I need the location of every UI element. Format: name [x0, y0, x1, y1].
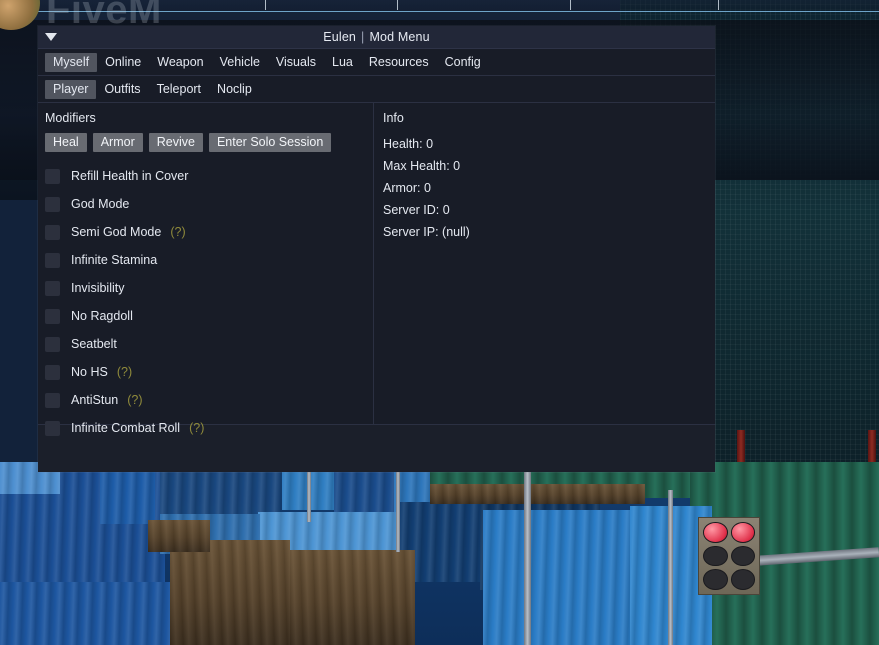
subtab-teleport[interactable]: Teleport	[149, 80, 209, 99]
background-lower-site	[0, 462, 879, 645]
toggle-row-infinite-stamina[interactable]: Infinite Stamina	[45, 246, 373, 274]
help-icon[interactable]: (?)	[170, 225, 185, 239]
background-tarp	[100, 464, 155, 524]
triangle-down-icon[interactable]	[45, 33, 57, 41]
toggle-row-seatbelt[interactable]: Seatbelt	[45, 330, 373, 358]
signal-lamp-off	[730, 569, 755, 590]
revive-button[interactable]: Revive	[148, 133, 203, 152]
tab-lua[interactable]: Lua	[324, 53, 361, 72]
toggle-label: God Mode	[71, 197, 130, 211]
checkbox-refill-health-in-cover[interactable]	[45, 168, 60, 184]
window-title: Eulen | Mod Menu	[323, 30, 429, 44]
window-title-separator: |	[361, 30, 365, 44]
info-row: Server IP: (null)	[383, 225, 470, 239]
checkbox-antistun[interactable]	[45, 392, 60, 408]
toggle-label: AntiStun	[71, 393, 119, 407]
window-titlebar[interactable]: Eulen | Mod Menu	[38, 26, 715, 49]
help-icon[interactable]: (?)	[189, 421, 204, 435]
checkbox-no-ragdoll[interactable]	[45, 308, 60, 324]
signal-lamp-off	[703, 569, 728, 590]
tab-divider	[570, 0, 571, 10]
tab-online[interactable]: Online	[97, 53, 149, 72]
background-plywood-beam	[430, 484, 645, 504]
checkbox-semi-god-mode[interactable]	[45, 224, 60, 240]
toggle-label: Seatbelt	[71, 337, 117, 351]
armor-button[interactable]: Armor	[92, 133, 143, 152]
signal-lamp-off	[703, 545, 728, 567]
tab-config[interactable]: Config	[437, 53, 489, 72]
background-scaffold-pipe	[396, 462, 400, 552]
main-tab-bar: Myself Online Weapon Vehicle Visuals Lua Resou…	[38, 49, 715, 76]
toggle-label: Invisibility	[71, 281, 125, 295]
window-content: Modifiers Heal Armor Revive Enter Solo Sess…	[38, 103, 715, 436]
toggle-label: Semi God Mode	[71, 225, 162, 239]
mod-menu-window: Eulen | Mod Menu Myself Online Weapon Vehicle…	[38, 26, 715, 472]
screen-root: FiveM Eulen | Mod Menu Myself Online Weapon V…	[0, 0, 879, 645]
toggle-row-infinite-combat-roll[interactable]: Infinite Combat Roll (?)	[45, 414, 373, 442]
signal-lamp-red	[703, 522, 728, 543]
checkbox-god-mode[interactable]	[45, 196, 60, 212]
heal-button[interactable]: Heal	[45, 133, 87, 152]
tab-divider	[265, 0, 266, 10]
info-row: Armor: 0	[383, 181, 431, 195]
background-plywood	[290, 550, 415, 645]
tab-divider	[718, 0, 719, 10]
tab-vehicle[interactable]: Vehicle	[212, 53, 268, 72]
toggle-label: Infinite Stamina	[71, 253, 158, 267]
toggle-label: No Ragdoll	[71, 309, 133, 323]
info-row-list: Health: 0 Max Health: 0 Armor: 0 Server ID:…	[383, 133, 715, 243]
tab-resources[interactable]: Resources	[361, 53, 437, 72]
info-panel: Info Health: 0 Max Health: 0 Armor: 0 Serve…	[374, 103, 715, 424]
toggle-row-invisibility[interactable]: Invisibility	[45, 274, 373, 302]
background-scaffold-pipe	[668, 490, 673, 645]
checkbox-infinite-stamina[interactable]	[45, 252, 60, 268]
tab-weapon[interactable]: Weapon	[149, 53, 211, 72]
modifiers-toggle-list: Refill Health in Cover God Mode Semi God M…	[45, 162, 373, 442]
signal-lamp-off	[730, 545, 755, 567]
toggle-row-antistun[interactable]: AntiStun (?)	[45, 386, 373, 414]
subtab-outfits[interactable]: Outfits	[96, 80, 148, 99]
toggle-row-god-mode[interactable]: God Mode	[45, 190, 373, 218]
toggle-label: No HS	[71, 365, 108, 379]
background-scaffold-pipe	[524, 462, 531, 645]
info-row: Server ID: 0	[383, 203, 450, 217]
background-tarp	[0, 582, 175, 645]
help-icon[interactable]: (?)	[127, 393, 142, 407]
modifiers-button-row: Heal Armor Revive Enter Solo Session	[45, 133, 373, 152]
toggle-row-refill-health-in-cover[interactable]: Refill Health in Cover	[45, 162, 373, 190]
toggle-label: Infinite Combat Roll	[71, 421, 181, 435]
tab-visuals[interactable]: Visuals	[268, 53, 324, 72]
info-title: Info	[383, 111, 404, 125]
modifiers-title: Modifiers	[45, 111, 96, 125]
toggle-row-no-ragdoll[interactable]: No Ragdoll	[45, 302, 373, 330]
checkbox-no-hs[interactable]	[45, 364, 60, 380]
subtab-noclip[interactable]: Noclip	[209, 80, 260, 99]
enter-solo-session-button[interactable]: Enter Solo Session	[208, 133, 332, 152]
help-icon[interactable]: (?)	[117, 365, 132, 379]
checkbox-seatbelt[interactable]	[45, 336, 60, 352]
checkbox-infinite-combat-roll[interactable]	[45, 420, 60, 436]
window-title-right: Mod Menu	[369, 30, 430, 44]
toggle-label: Refill Health in Cover	[71, 169, 189, 183]
toggle-row-no-hs[interactable]: No HS (?)	[45, 358, 373, 386]
background-signal-box	[698, 517, 760, 595]
tab-divider	[397, 0, 398, 10]
modifiers-panel: Modifiers Heal Armor Revive Enter Solo Sess…	[38, 103, 374, 436]
background-plywood	[170, 540, 290, 645]
toggle-row-semi-god-mode[interactable]: Semi God Mode (?)	[45, 218, 373, 246]
info-row: Health: 0	[383, 137, 434, 151]
checkbox-invisibility[interactable]	[45, 280, 60, 296]
subtab-player[interactable]: Player	[45, 80, 97, 99]
sub-tab-bar: Player Outfits Teleport Noclip	[38, 76, 715, 103]
window-title-left: Eulen	[323, 30, 357, 44]
info-row: Max Health: 0	[383, 159, 461, 173]
tab-myself[interactable]: Myself	[45, 53, 98, 72]
signal-lamp-red	[730, 522, 755, 543]
background-plywood	[148, 520, 210, 552]
